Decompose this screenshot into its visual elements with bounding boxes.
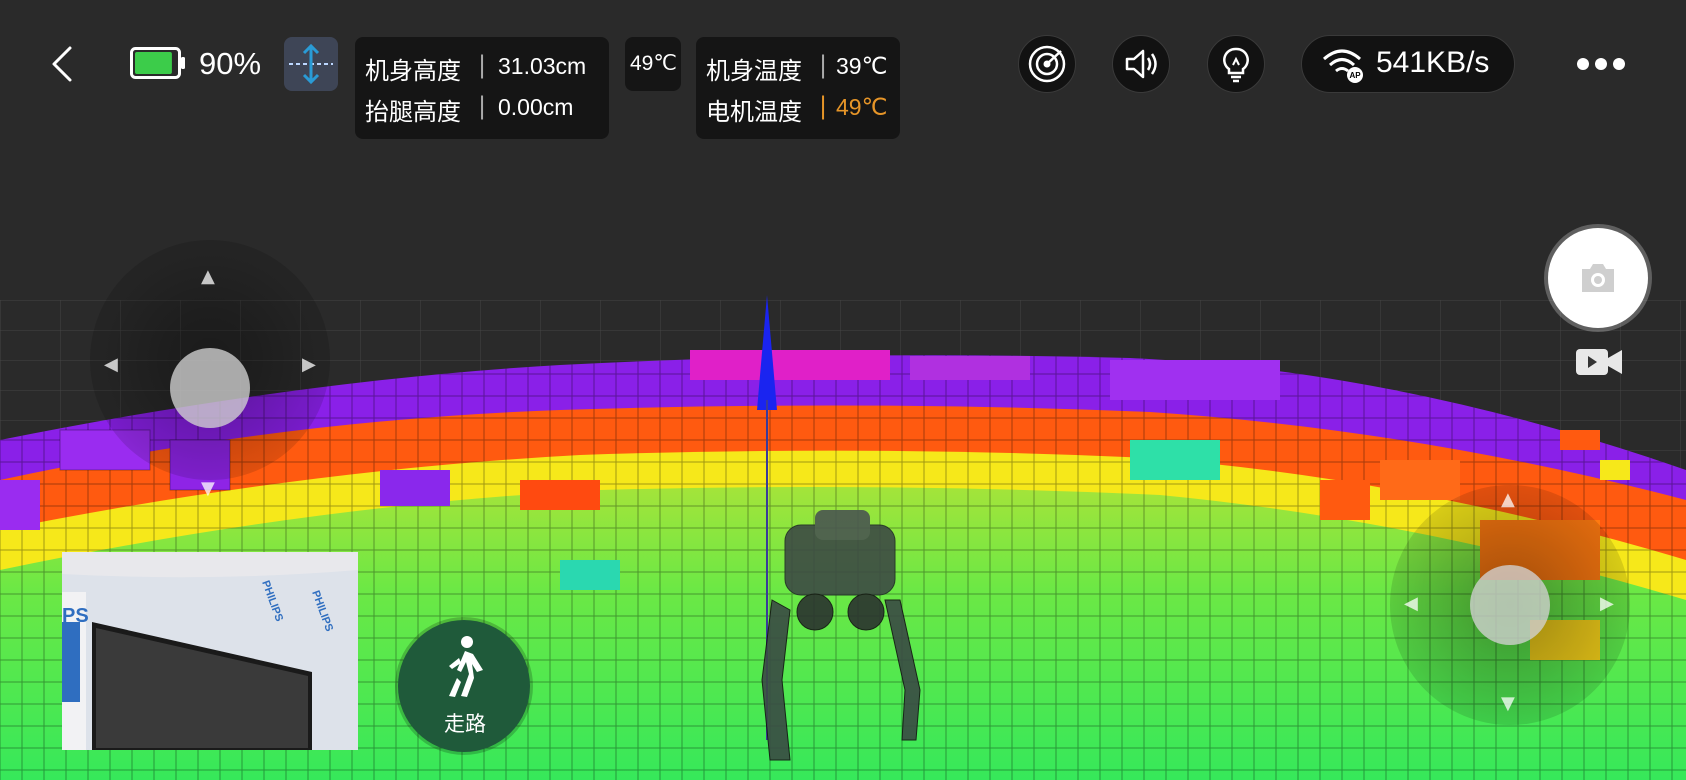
walk-icon: [449, 636, 483, 697]
radar-button[interactable]: [1018, 35, 1076, 93]
back-button[interactable]: [48, 44, 78, 84]
leg-lift-label: 抬腿高度: [365, 98, 461, 126]
back-arrow-icon: [52, 46, 72, 82]
temp-badge[interactable]: 49℃: [625, 37, 681, 91]
joystick-left-arrow: ◀: [104, 354, 118, 375]
svg-text:AP: AP: [1349, 71, 1361, 80]
battery-percent: 90%: [199, 46, 262, 81]
joystick-left-arrow: ◀: [1404, 593, 1418, 614]
battery-icon: [130, 47, 186, 79]
light-button[interactable]: [1207, 35, 1265, 93]
video-record-button[interactable]: [1574, 346, 1624, 378]
top-bar: 90% 机身高度 | 31.03cm 抬腿高度 | 0.00cm 49℃ 机身温…: [0, 0, 1686, 140]
network-speed: 541KB/s: [1376, 46, 1490, 79]
joystick-down-arrow: ▼: [201, 478, 215, 499]
right-joystick-knob[interactable]: [1470, 565, 1550, 645]
wifi-ap-icon: AP: [1323, 49, 1363, 83]
left-joystick-knob[interactable]: [170, 348, 250, 428]
joystick-up-arrow: ▲: [201, 266, 215, 287]
camera-button[interactable]: [1548, 228, 1648, 328]
speaker-button[interactable]: [1112, 35, 1170, 93]
walk-mode-label: 走路: [444, 712, 486, 736]
more-icon: [1577, 58, 1625, 70]
brand-fragment: PS: [62, 605, 89, 627]
joystick-up-arrow: ▲: [1501, 489, 1515, 510]
stair-height-button[interactable]: [284, 37, 338, 91]
network-status[interactable]: AP 541KB/s: [1301, 35, 1515, 93]
camera-icon: [1582, 264, 1614, 292]
left-joystick[interactable]: ▲ ▼ ◀ ▶: [90, 240, 330, 498]
body-height-label: 机身高度: [365, 57, 461, 85]
height-info-panel: 机身高度 | 31.03cm 抬腿高度 | 0.00cm: [355, 37, 609, 139]
radar-icon: [1028, 45, 1066, 83]
motor-temp-label: 电机温度: [706, 98, 802, 126]
joystick-right-arrow: ▶: [1600, 593, 1614, 614]
right-joystick[interactable]: ▲ ▼ ◀ ▶: [1390, 485, 1630, 725]
stair-height-icon: [289, 43, 333, 85]
video-icon: [1576, 349, 1622, 375]
body-temp-label: 机身温度: [706, 57, 802, 85]
leg-lift-value: 0.00cm: [498, 94, 574, 120]
joystick-right-arrow: ▶: [302, 354, 316, 375]
camera-preview[interactable]: PS PHILIPS PHILIPS: [62, 552, 358, 750]
more-button[interactable]: [1575, 52, 1627, 76]
joystick-down-arrow: ▼: [1501, 693, 1515, 714]
walk-mode-button[interactable]: 走路: [398, 620, 530, 752]
temperature-panel: 机身温度 | 39℃ 电机温度 | 49℃: [696, 37, 900, 139]
body-height-value: 31.03cm: [498, 53, 587, 79]
body-temp-value: 39℃: [836, 53, 888, 79]
speaker-icon: [1125, 49, 1157, 79]
motor-temp-value: 49℃: [836, 94, 888, 120]
lightbulb-icon: [1223, 47, 1249, 83]
